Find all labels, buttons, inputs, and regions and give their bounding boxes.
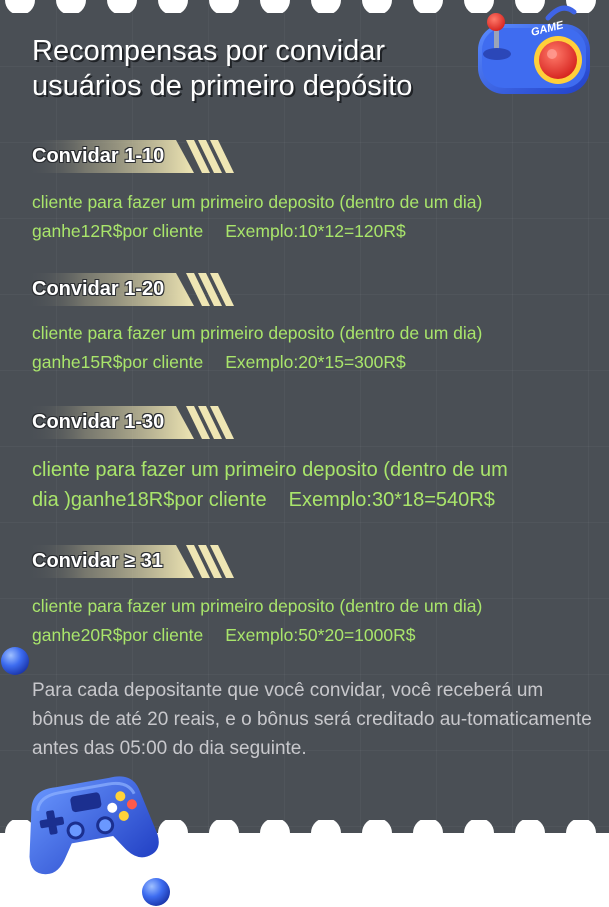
bonus-note: Para cada depositante que você convidar,…: [32, 680, 592, 759]
reward-text: ganhe15R$por cliente: [32, 352, 204, 372]
tag-label: Convidar ≥ 31: [32, 550, 164, 572]
example-text: Exemplo:30*18=540R$: [288, 489, 495, 511]
example-text: Exemplo:50*20=1000R$: [225, 625, 416, 645]
arcade-joystick-icon: GAME: [478, 5, 590, 94]
reward-text: ganhe20R$por cliente: [32, 625, 204, 645]
section-desc-2: cliente para fazer um primeiro deposito …: [32, 319, 482, 377]
reward-text: ganhe12R$por cliente: [32, 221, 204, 241]
blue-sphere-icon: [142, 878, 170, 906]
section-tag-3: Convidar 1-30: [26, 406, 236, 439]
promo-poster: Recompensas por convidar usuários de pri…: [0, 0, 609, 907]
gamepad-icon: [29, 776, 159, 875]
section-tag-2: Convidar 1-20: [26, 273, 236, 306]
page-title: Recompensas por convidar usuários de pri…: [32, 35, 413, 102]
reward-text: dia )ganhe18R$por cliente: [32, 489, 267, 511]
blue-sphere-icon: [1, 647, 29, 675]
section-desc-1: cliente para fazer um primeiro deposito …: [32, 188, 482, 246]
tag-label: Convidar 1-20: [32, 278, 165, 300]
desc-line: cliente para fazer um primeiro deposito …: [32, 459, 508, 481]
section-desc-4: cliente para fazer um primeiro deposito …: [32, 592, 482, 650]
example-text: Exemplo:10*12=120R$: [225, 221, 406, 241]
tag-label: Convidar 1-10: [32, 145, 165, 167]
desc-line: cliente para fazer um primeiro deposito …: [32, 323, 483, 343]
section-tag-1: Convidar 1-10: [26, 140, 236, 173]
desc-line: cliente para fazer um primeiro deposito …: [32, 596, 483, 616]
example-text: Exemplo:20*15=300R$: [225, 352, 406, 372]
section-desc-3: cliente para fazer um primeiro deposito …: [32, 455, 580, 515]
section-tag-4: Convidar ≥ 31: [26, 545, 236, 578]
tag-label: Convidar 1-30: [32, 411, 165, 433]
desc-line: cliente para fazer um primeiro deposito …: [32, 192, 483, 212]
